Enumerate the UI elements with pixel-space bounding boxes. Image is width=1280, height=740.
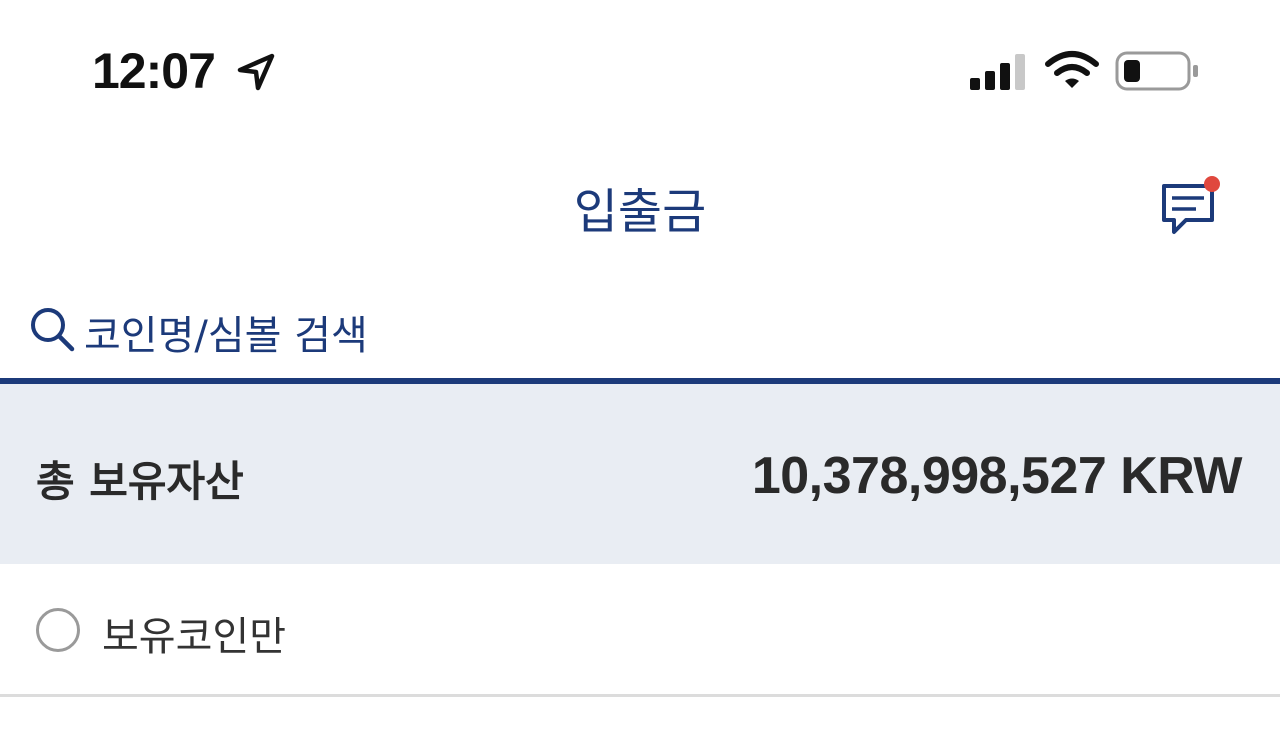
- header: 입출금: [0, 150, 1280, 260]
- location-arrow-icon: [237, 53, 275, 91]
- search-icon: [31, 308, 75, 352]
- radio-button[interactable]: [36, 608, 80, 652]
- deposit-withdraw-screen: 12:07 입출금 코인명/심볼 검색 총 보유자산 10,378,998,52…: [0, 0, 1280, 740]
- status-time: 12:07: [92, 43, 216, 99]
- message-button[interactable]: [1152, 170, 1228, 240]
- battery-icon: [1115, 51, 1198, 91]
- held-coins-only-label: 보유코인만: [102, 614, 286, 660]
- page-title: 입출금: [573, 184, 707, 240]
- notification-dot: [1204, 176, 1220, 192]
- status-bar: 12:07: [0, 0, 1280, 140]
- message-icon: [1162, 176, 1220, 234]
- total-assets-panel: 총 보유자산 10,378,998,527 KRW: [0, 384, 1280, 564]
- wifi-icon: [1045, 51, 1099, 88]
- search-input[interactable]: 코인명/심볼 검색: [0, 285, 1280, 377]
- divider: [0, 694, 1280, 697]
- cellular-signal-icon: [970, 54, 1025, 90]
- total-assets-label: 총 보유자산: [36, 457, 244, 506]
- held-coins-only-toggle[interactable]: 보유코인만: [0, 564, 1280, 696]
- total-assets-value: 10,378,998,527 KRW: [751, 447, 1243, 505]
- search-placeholder: 코인명/심볼 검색: [84, 313, 368, 359]
